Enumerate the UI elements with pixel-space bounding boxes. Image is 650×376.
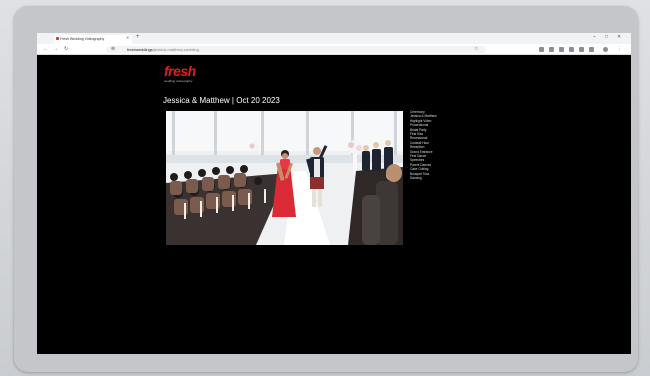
gallery-nav: Ceremony Jessica & Matthew Highlight Vid… xyxy=(410,110,437,181)
bookmark-star-icon[interactable]: ☆ xyxy=(474,46,478,52)
close-tab-icon[interactable]: ✕ xyxy=(126,35,129,40)
tab-title: Fresh Wedding Videography xyxy=(60,37,105,41)
address-bar: ← → ↻ ⊜ freshweddings/jessica-matthew-we… xyxy=(37,44,631,55)
extension-icon[interactable] xyxy=(539,46,544,52)
page-title: Jessica & Matthew | Oct 20 2023 xyxy=(163,96,280,105)
wedding-photo-image xyxy=(166,111,403,245)
minimize-icon[interactable]: – xyxy=(593,34,596,40)
menu-kebab-icon[interactable]: ⋮ xyxy=(617,46,622,52)
extension-icon[interactable] xyxy=(579,46,584,52)
gallery-link[interactable]: Dancing xyxy=(410,176,437,180)
extension-icon[interactable] xyxy=(559,46,564,52)
profile-avatar[interactable] xyxy=(603,46,608,52)
wedding-photo xyxy=(166,111,403,245)
favicon-icon xyxy=(56,37,59,40)
close-window-icon[interactable]: ✕ xyxy=(617,34,621,40)
browser-tab[interactable]: Fresh Wedding Videography xyxy=(54,35,132,44)
browser-window: Fresh Wedding Videography ✕ + – □ ✕ ← → … xyxy=(37,33,631,354)
forward-icon[interactable]: → xyxy=(53,46,58,52)
maximize-icon[interactable]: □ xyxy=(605,34,608,40)
extension-icon[interactable] xyxy=(569,46,574,52)
site-logo[interactable]: fresh wedding videography xyxy=(164,64,196,83)
url-text: freshweddings/jessica-matthew-wedding xyxy=(127,46,199,54)
logo-tagline: wedding videography xyxy=(164,79,193,83)
new-tab-icon[interactable]: + xyxy=(136,34,140,40)
extension-icon[interactable] xyxy=(589,46,594,52)
url-path: /jessica-matthew-wedding xyxy=(152,46,199,52)
reload-icon[interactable]: ↻ xyxy=(64,46,68,52)
tab-bar: Fresh Wedding Videography ✕ + – □ ✕ xyxy=(37,33,631,44)
back-icon[interactable]: ← xyxy=(43,46,48,52)
url-domain: freshweddings xyxy=(127,46,153,52)
logo-wordmark: fresh xyxy=(164,63,196,79)
site-info-icon[interactable]: ⊜ xyxy=(111,46,115,52)
extension-icon[interactable] xyxy=(549,46,554,52)
